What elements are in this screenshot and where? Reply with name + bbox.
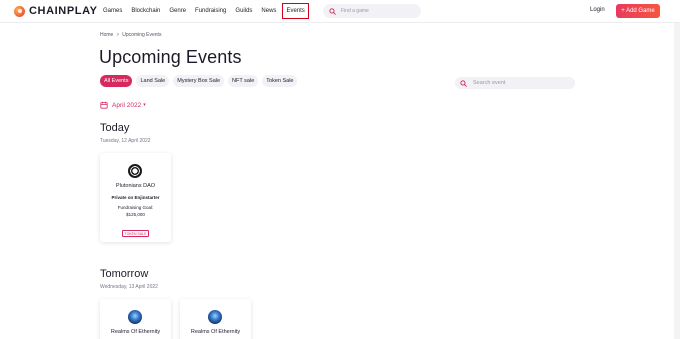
breadcrumb-separator: > [116, 32, 120, 38]
game-search-placeholder: Find a game [341, 8, 369, 14]
nav-genre[interactable]: Genre [169, 8, 186, 14]
add-game-button[interactable]: + Add Game [616, 4, 660, 18]
filter-token-sale[interactable]: Token Sale [262, 75, 298, 87]
calendar-icon [100, 101, 108, 109]
nav-blockchain[interactable]: Blockchain [131, 8, 160, 14]
section-date-tomorrow: Wednesday, 13 April 2022 [100, 284, 158, 290]
event-card-name: Realms Of Ethernity [110, 329, 161, 335]
nav-guilds[interactable]: Guilds [235, 8, 252, 14]
month-selector[interactable]: April 2022 ▾ [100, 101, 146, 109]
event-filter-chips: All Events Land Sale Mystery Box Sale NF… [100, 75, 301, 87]
event-card-goal-label: Fundraising Goal: [117, 205, 154, 210]
brand-logo[interactable]: CHAINPLAY [14, 5, 98, 17]
event-card-name: Plutonians DAO [115, 183, 156, 189]
main-nav: Games Blockchain Genre Fundraising Guild… [103, 0, 319, 22]
section-date-today: Tuesday, 12 April 2022 [100, 138, 151, 144]
chainplay-logo-icon [14, 5, 25, 17]
event-search-input[interactable]: Search event [455, 77, 575, 89]
section-title-tomorrow: Tomorrow [100, 268, 149, 280]
game-search-input[interactable]: Find a game [323, 4, 421, 18]
breadcrumb-current: Upcoming Events [122, 32, 162, 38]
top-navbar: CHAINPLAY Games Blockchain Genre Fundrai… [0, 0, 680, 23]
filter-land-sale[interactable]: Land Sale [136, 75, 170, 87]
breadcrumb: Home > Upcoming Events [100, 32, 161, 38]
event-search-placeholder: Search event [473, 80, 506, 86]
section-title-today: Today [100, 122, 130, 134]
nav-games[interactable]: Games [103, 8, 122, 14]
realms-logo-icon [128, 310, 142, 324]
event-card[interactable]: Plutonians DAO Private on Enjinstarter F… [100, 153, 171, 242]
event-card-name: Realms Of Ethernity [190, 329, 241, 335]
plutonians-logo-icon [128, 164, 142, 178]
search-icon [460, 79, 467, 87]
brand-name: CHAINPLAY [29, 5, 98, 17]
filter-mystery-box-sale[interactable]: Mystery Box Sale [173, 75, 225, 87]
page-title: Upcoming Events [99, 47, 242, 67]
breadcrumb-home[interactable]: Home [100, 32, 113, 38]
event-card[interactable]: Realms Of Ethernity [100, 299, 171, 339]
nav-events[interactable]: Events [282, 3, 309, 19]
event-type-badge: TOKEN SALE [122, 230, 149, 237]
search-icon [329, 7, 336, 15]
page-scrollbar[interactable] [674, 23, 680, 339]
realms-logo-icon [208, 310, 222, 324]
chevron-down-icon: ▾ [143, 102, 146, 108]
filter-nft-sale[interactable]: NFT sale [228, 75, 259, 87]
event-card-platform: Private on Enjinstarter [111, 195, 160, 200]
nav-fundraising[interactable]: Fundraising [195, 8, 226, 14]
filter-all-events[interactable]: All Events [100, 75, 133, 87]
month-label: April 2022 [112, 101, 142, 109]
event-card[interactable]: Realms Of Ethernity [180, 299, 251, 339]
event-card-goal-value: $125,000 [126, 212, 145, 217]
login-link[interactable]: Login [590, 7, 605, 13]
nav-news[interactable]: News [261, 8, 276, 14]
